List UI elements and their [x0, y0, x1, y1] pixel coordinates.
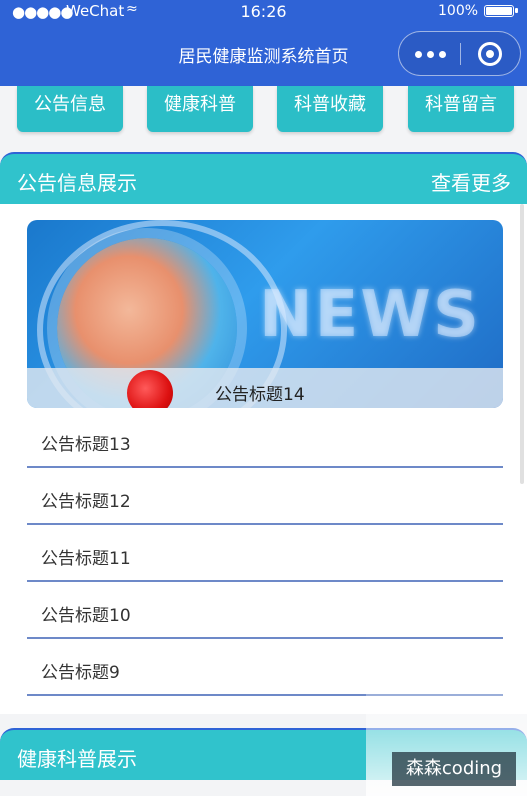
scrollbar[interactable]	[520, 204, 524, 484]
notice-list-item[interactable]: 公告标题13	[27, 412, 503, 468]
battery-icon	[484, 5, 518, 17]
notice-list-item[interactable]: 公告标题11	[27, 526, 503, 582]
notice-item-title: 公告标题11	[41, 549, 131, 569]
menu-notice-button[interactable]: 公告信息	[17, 86, 123, 132]
notice-banner[interactable]: NEWS 公告标题14	[27, 220, 503, 408]
notice-item-title: 公告标题9	[41, 663, 120, 683]
close-icon[interactable]	[478, 42, 502, 66]
mini-program-capsule	[398, 31, 521, 76]
health-section-title: 健康科普展示	[17, 747, 137, 771]
banner-news-word: NEWS	[259, 278, 481, 352]
notice-list-item[interactable]: 公告标题12	[27, 469, 503, 525]
nav-bar: 居民健康监测系统首页	[0, 24, 527, 86]
notice-list-item[interactable]: 公告标题10	[27, 583, 503, 639]
red-dot-icon	[127, 370, 173, 408]
status-bar: ●●●●● WeChat ≈ 16:26 100%	[0, 0, 527, 24]
menu-message-button[interactable]: 科普留言	[408, 86, 514, 132]
battery-percent: 100%	[438, 3, 479, 19]
notice-item-title: 公告标题13	[41, 435, 131, 455]
notice-section-title: 公告信息展示	[17, 171, 137, 195]
banner-caption: 公告标题14	[215, 385, 305, 405]
menu-health-button[interactable]: 健康科普	[147, 86, 253, 132]
capsule-divider	[460, 43, 461, 65]
top-menu: 公告信息 健康科普 科普收藏 科普留言	[0, 86, 527, 138]
notice-item-title: 公告标题10	[41, 606, 131, 626]
more-icon[interactable]	[415, 51, 449, 59]
view-more-link[interactable]: 查看更多	[431, 167, 511, 196]
notice-item-title: 公告标题12	[41, 492, 131, 512]
menu-favorites-button[interactable]: 科普收藏	[277, 86, 383, 132]
watermark: 森森coding	[392, 752, 516, 786]
notice-section-header: 公告信息展示 查看更多	[0, 152, 527, 204]
